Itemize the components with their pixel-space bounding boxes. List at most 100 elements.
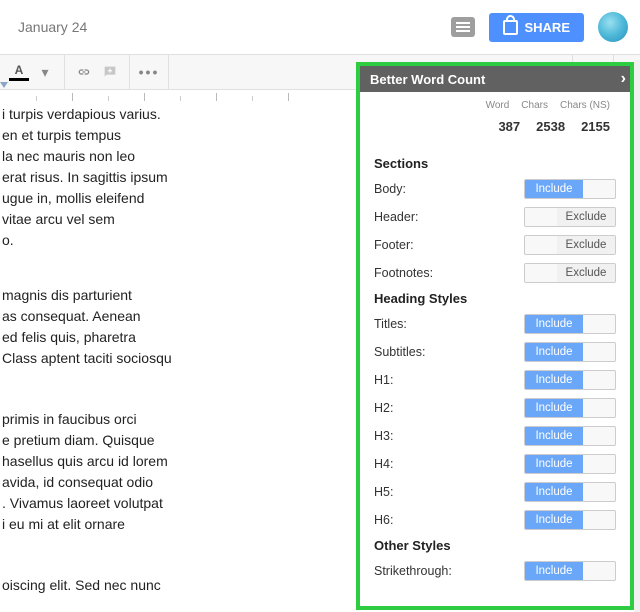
heading-style-toggle[interactable]: Include xyxy=(524,342,616,362)
section-row: Footer: Exclude xyxy=(374,235,616,255)
heading-style-toggle[interactable]: Include xyxy=(524,370,616,390)
toggle-empty xyxy=(583,562,616,580)
section-label: Body: xyxy=(374,182,406,196)
counts-row: 387 2538 2155 xyxy=(374,111,616,150)
col-chars: Chars xyxy=(521,100,548,111)
doc-line: primis in faucibus orci xyxy=(2,409,282,430)
doc-paragraph: i turpis verdapious varius.en et turpis … xyxy=(2,104,282,251)
lock-icon xyxy=(503,20,518,35)
document-body[interactable]: i turpis verdapious varius.en et turpis … xyxy=(0,104,282,612)
ruler-tick xyxy=(252,96,253,101)
toggle-state-label: Include xyxy=(525,399,583,417)
section-label: Footnotes: xyxy=(374,266,433,280)
more-button[interactable]: ••• xyxy=(136,60,162,84)
text-color-button[interactable]: A xyxy=(6,61,32,83)
heading-style-row: Subtitles: Include xyxy=(374,342,616,362)
word-count: 387 xyxy=(498,119,520,134)
indent-marker[interactable] xyxy=(0,88,8,103)
heading-style-row: H5: Include xyxy=(374,482,616,502)
counts-header: Word Chars Chars (NS) xyxy=(374,100,616,111)
section-toggle[interactable]: Exclude xyxy=(524,235,616,255)
section-row: Footnotes: Exclude xyxy=(374,263,616,283)
doc-paragraph: primis in faucibus orcie pretium diam. Q… xyxy=(2,409,282,535)
dropdown-arrow-icon[interactable]: ▾ xyxy=(32,60,58,84)
heading-style-toggle[interactable]: Include xyxy=(524,482,616,502)
share-button-label: SHARE xyxy=(524,20,570,35)
panel-title-bar[interactable]: Better Word Count › xyxy=(360,66,630,92)
doc-line: i turpis verdapious varius. xyxy=(2,104,282,125)
comments-icon[interactable] xyxy=(451,17,475,37)
share-button[interactable]: SHARE xyxy=(489,13,584,42)
heading-style-label: H4: xyxy=(374,457,393,471)
avatar[interactable] xyxy=(598,12,628,42)
heading-styles-heading: Heading Styles xyxy=(374,291,616,306)
link-icon[interactable] xyxy=(71,60,97,84)
doc-paragraph: magnis dis parturientas consequat. Aenea… xyxy=(2,285,282,369)
heading-style-label: Subtitles: xyxy=(374,345,425,359)
toggle-state-label: Include xyxy=(525,483,583,501)
doc-line: i eu mi at elit ornare xyxy=(2,514,282,535)
heading-style-toggle[interactable]: Include xyxy=(524,454,616,474)
heading-style-row: H3: Include xyxy=(374,426,616,446)
toggle-empty xyxy=(524,264,557,282)
heading-style-label: H5: xyxy=(374,485,393,499)
heading-style-toggle[interactable]: Include xyxy=(524,314,616,334)
toggle-state-label: Include xyxy=(525,180,583,198)
section-toggle[interactable]: Exclude xyxy=(524,207,616,227)
other-style-label: Strikethrough: xyxy=(374,564,452,578)
doc-line: erat risus. In sagittis ipsum xyxy=(2,167,282,188)
section-label: Footer: xyxy=(374,238,414,252)
doc-line: ed felis quis, pharetra xyxy=(2,327,282,348)
toggle-state-label: Exclude xyxy=(557,208,615,226)
toggle-state-label: Include xyxy=(525,315,583,333)
toggle-state-label: Include xyxy=(525,371,583,389)
char-count: 2538 xyxy=(536,119,565,134)
char-ns-count: 2155 xyxy=(581,119,610,134)
doc-line: . Vivamus laoreet volutpat xyxy=(2,493,282,514)
toggle-empty xyxy=(583,427,616,445)
last-edit-label: January 24 xyxy=(12,19,87,35)
ruler[interactable] xyxy=(0,90,355,104)
section-toggle[interactable]: Exclude xyxy=(524,263,616,283)
doc-line: en et turpis tempus xyxy=(2,125,282,146)
toggle-empty xyxy=(583,399,616,417)
section-label: Header: xyxy=(374,210,418,224)
add-comment-icon[interactable] xyxy=(97,60,123,84)
heading-style-row: H6:Include xyxy=(374,510,616,530)
heading-style-toggle[interactable]: Include xyxy=(524,398,616,418)
heading-style-label: Titles: xyxy=(374,317,407,331)
toggle-empty xyxy=(583,180,616,198)
scrollbar[interactable] xyxy=(634,60,640,612)
ruler-tick xyxy=(216,93,217,101)
heading-style-label: H3: xyxy=(374,429,393,443)
ruler-tick xyxy=(144,93,145,101)
toggle-empty xyxy=(583,343,616,361)
toggle-empty xyxy=(524,208,557,226)
doc-line: as consequat. Aenean xyxy=(2,306,282,327)
heading-style-label: H2: xyxy=(374,401,393,415)
other-style-toggle[interactable]: Include xyxy=(524,561,616,581)
section-row: Body: Include xyxy=(374,179,616,199)
toggle-state-label: Include xyxy=(525,343,583,361)
other-style-row: Strikethrough: Include xyxy=(374,561,616,581)
heading-style-row: Titles: Include xyxy=(374,314,616,334)
top-bar: January 24 SHARE xyxy=(0,0,640,54)
heading-style-row: H4: Include xyxy=(374,454,616,474)
doc-line: magnis dis parturient xyxy=(2,285,282,306)
panel-title: Better Word Count xyxy=(370,72,485,87)
heading-style-row: H2: Include xyxy=(374,398,616,418)
toggle-empty xyxy=(583,455,616,473)
doc-line: hasellus quis arcu id lorem xyxy=(2,451,282,472)
section-toggle[interactable]: Include xyxy=(524,179,616,199)
toggle-empty xyxy=(583,315,616,333)
better-word-count-panel: Better Word Count › Word Chars Chars (NS… xyxy=(356,62,634,610)
doc-line: Class aptent taciti sociosqu xyxy=(2,348,282,369)
other-styles-heading: Other Styles xyxy=(374,538,616,553)
heading-style-row: H1:Include xyxy=(374,370,616,390)
heading-style-toggle[interactable]: Include xyxy=(524,510,616,530)
col-chars-ns: Chars (NS) xyxy=(560,100,610,111)
toggle-empty xyxy=(524,236,557,254)
heading-style-toggle[interactable]: Include xyxy=(524,426,616,446)
col-word: Word xyxy=(486,100,510,111)
chevron-right-icon[interactable]: › xyxy=(621,70,626,88)
